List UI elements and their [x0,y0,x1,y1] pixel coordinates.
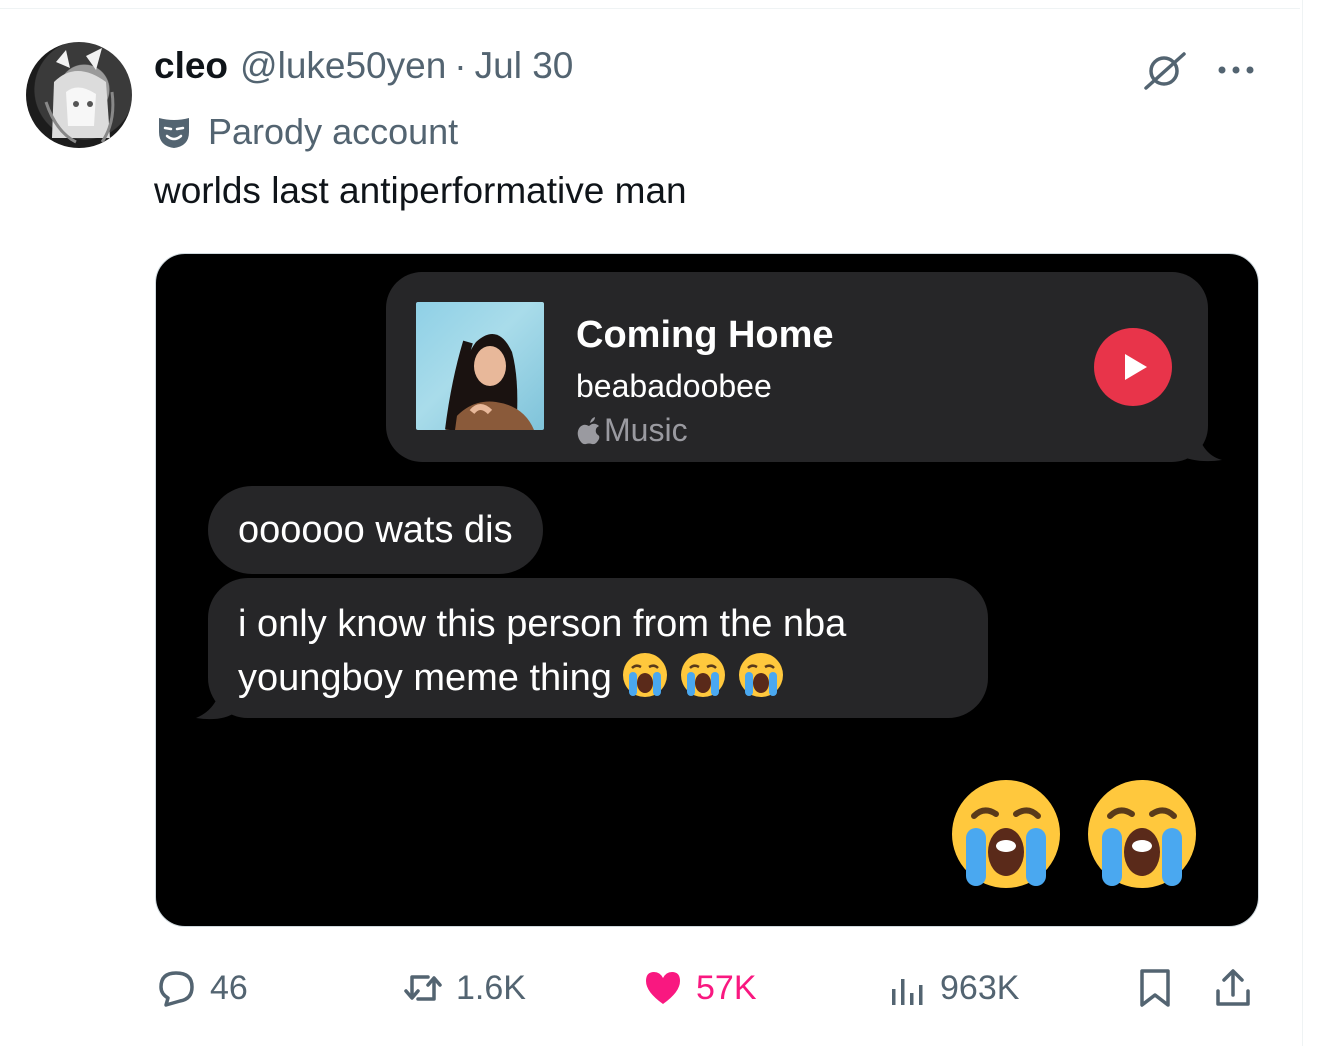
tweet-date[interactable]: Jul 30 [475,45,574,87]
message-text: oooooo wats dis [238,508,513,551]
avatar[interactable] [26,42,132,148]
reply-button[interactable]: 46 [156,960,248,1016]
bookmark-button[interactable] [1134,960,1188,1016]
views-button[interactable]: 963K [886,960,1019,1016]
loudly-crying-face-emoji [738,653,783,697]
album-art [416,302,544,430]
bubble-tail [196,678,236,720]
song-card[interactable]: Coming Home beabadoobee Music [386,272,1208,462]
reply-icon [159,971,194,1007]
grok-icon[interactable] [1140,48,1190,92]
action-bar: 46 1.6K 57K 963K [0,960,1300,1016]
message-bubble: i only know this person from the nba you… [208,578,988,718]
apple-logo-icon [577,416,600,444]
message-text: i only know this person from the nba you… [238,598,846,704]
bookmark-icon [1140,969,1170,1007]
tweet-text: worlds last antiperformative man [154,170,687,211]
header-separator: · [454,45,467,86]
like-button[interactable]: 57K [642,960,757,1016]
loudly-crying-face-emoji [952,780,1060,888]
parody-label: Parody account [156,110,458,154]
share-icon [1216,969,1250,1006]
loudly-crying-face-emoji [680,653,725,697]
share-button[interactable] [1212,960,1266,1016]
author-display-name[interactable]: cleo [154,45,228,87]
repost-icon [404,975,442,1001]
views-count: 963K [940,968,1020,1007]
message-bubble: oooooo wats dis [208,486,543,574]
message-line: youngboy meme thing [238,650,846,704]
top-divider [0,8,1300,9]
repost-button[interactable]: 1.6K [402,960,526,1016]
loudly-crying-face-emoji [1088,780,1196,888]
theater-mask-icon [159,118,189,148]
song-title: Coming Home [576,314,834,356]
message-line: i only know this person from the nba [238,603,847,645]
bubble-tail [1176,424,1222,462]
repost-count: 1.6K [456,968,526,1007]
tweet-header: cleo @luke50yen · Jul 30 [154,44,573,88]
play-icon [1125,354,1147,380]
song-artist: beabadoobee [576,368,772,404]
author-handle[interactable]: @luke50yen [240,45,446,87]
heart-icon [646,972,680,1004]
loudly-crying-face-emoji [622,653,667,697]
views-icon [892,979,923,1005]
song-service: Music [576,412,688,449]
play-button[interactable] [1094,328,1172,406]
tweet-media[interactable]: Coming Home beabadoobee Music oooooo wat… [155,253,1259,927]
reply-count: 46 [210,968,248,1007]
like-count: 57K [696,968,757,1007]
song-service-label: Music [604,412,688,448]
more-icon[interactable] [1214,52,1258,88]
right-divider [1302,0,1303,1046]
message-line-text: youngboy meme thing [238,657,612,699]
parody-label-text: Parody account [208,111,459,152]
